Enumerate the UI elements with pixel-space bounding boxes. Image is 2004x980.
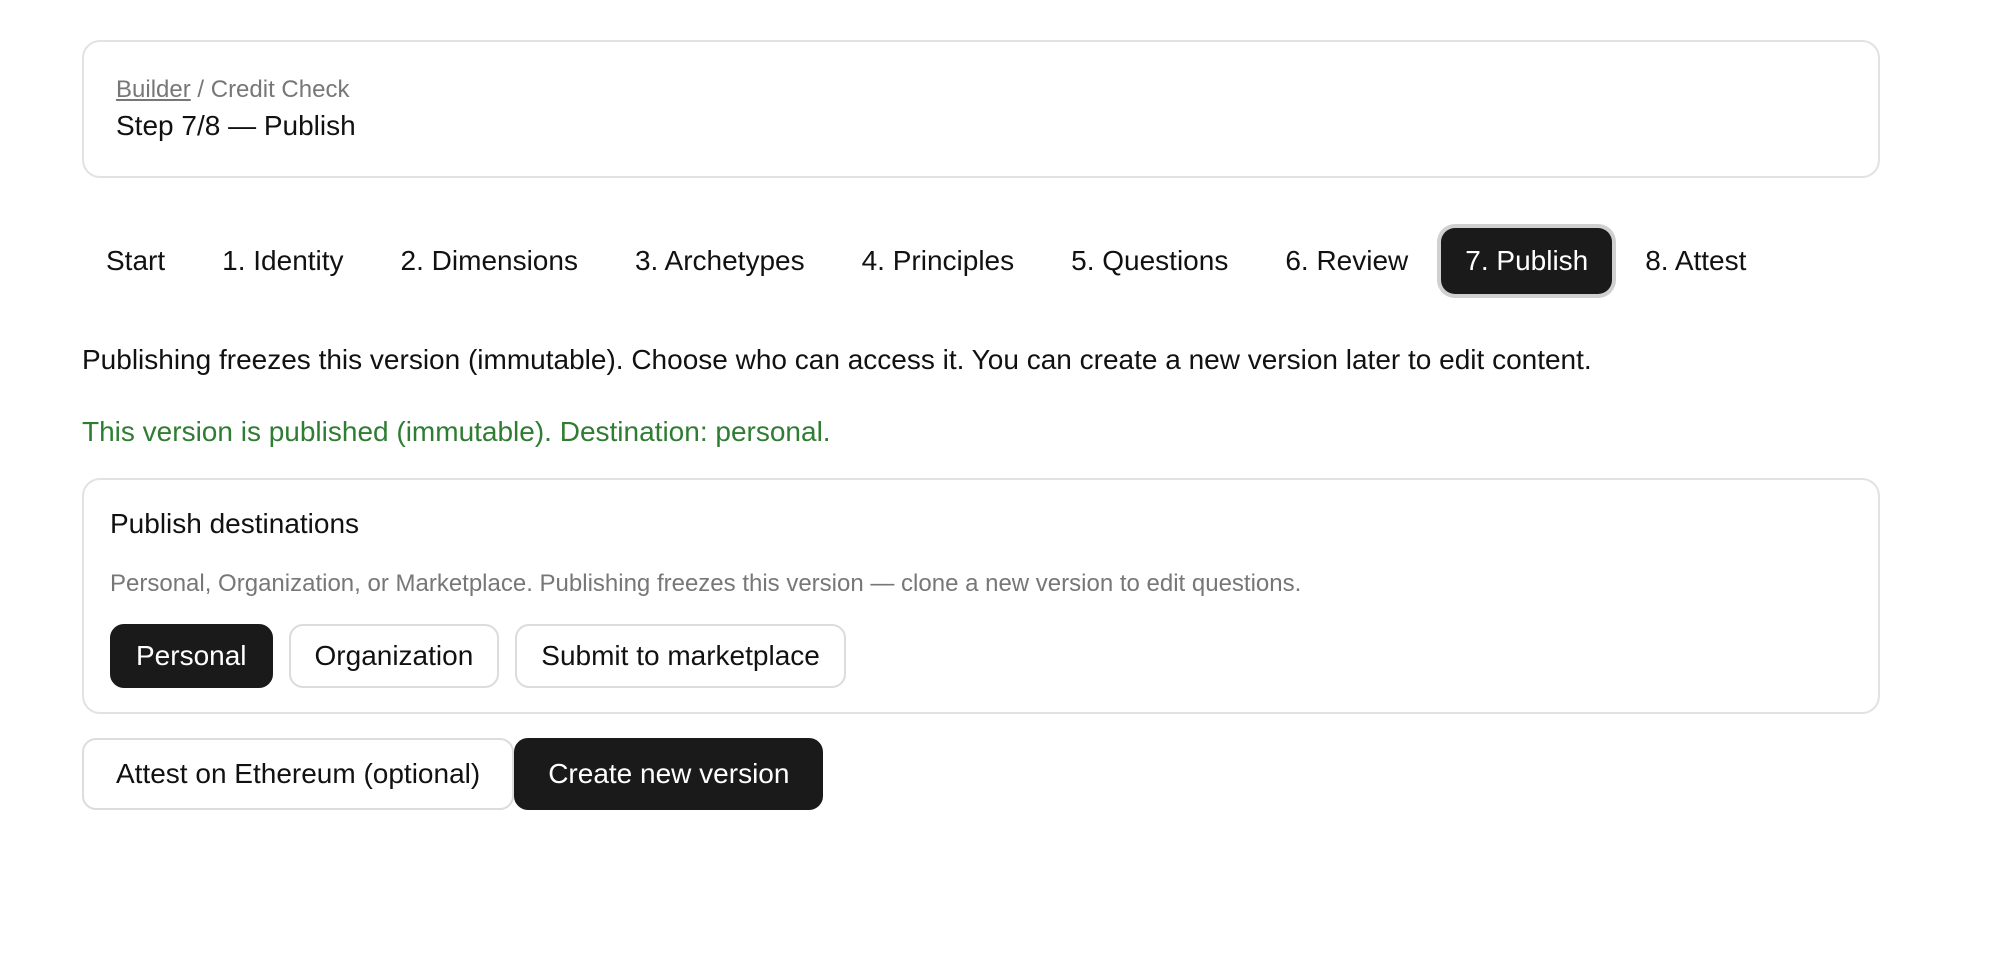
create-new-version-button[interactable]: Create new version [514,738,824,810]
tab-publish[interactable]: 7. Publish [1441,228,1613,294]
destination-personal-button[interactable]: Personal [110,624,273,688]
intro-text: Publishing freezes this version (immutab… [82,344,1592,375]
breadcrumb: Builder / Credit Check [116,76,349,104]
tab-start[interactable]: Start [82,228,189,294]
published-status-message: This version is published (immutable). D… [82,416,831,447]
breadcrumb-link-builder[interactable]: Builder [116,76,191,103]
tab-questions[interactable]: 5. Questions [1047,228,1252,294]
tab-attest[interactable]: 8. Attest [1621,228,1770,294]
breadcrumb-separator: / [190,76,211,103]
destinations-description: Personal, Organization, or Marketplace. … [110,570,1302,597]
publish-destinations-card: Publish destinations Personal, Organizat… [82,478,1880,714]
submit-to-marketplace-button[interactable]: Submit to marketplace [515,624,846,688]
destinations-title: Publish destinations [110,508,360,539]
tab-archetypes[interactable]: 3. Archetypes [611,228,829,294]
destination-options: Personal Organization Submit to marketpl… [110,624,846,688]
page-title: Step 7/8 — Publish [116,110,356,141]
tab-principles[interactable]: 4. Principles [838,228,1039,294]
destination-organization-button[interactable]: Organization [288,624,500,688]
tab-review[interactable]: 6. Review [1261,228,1432,294]
step-tabs: Start 1. Identity 2. Dimensions 3. Arche… [82,226,1779,296]
header-card: Builder / Credit Check Step 7/8 — Publis… [82,40,1880,178]
tab-dimensions[interactable]: 2. Dimensions [377,228,602,294]
breadcrumb-current: Credit Check [210,76,350,103]
tab-identity[interactable]: 1. Identity [198,228,367,294]
attest-ethereum-button[interactable]: Attest on Ethereum (optional) [82,738,515,810]
action-bar: Attest on Ethereum (optional) Create new… [82,738,824,810]
